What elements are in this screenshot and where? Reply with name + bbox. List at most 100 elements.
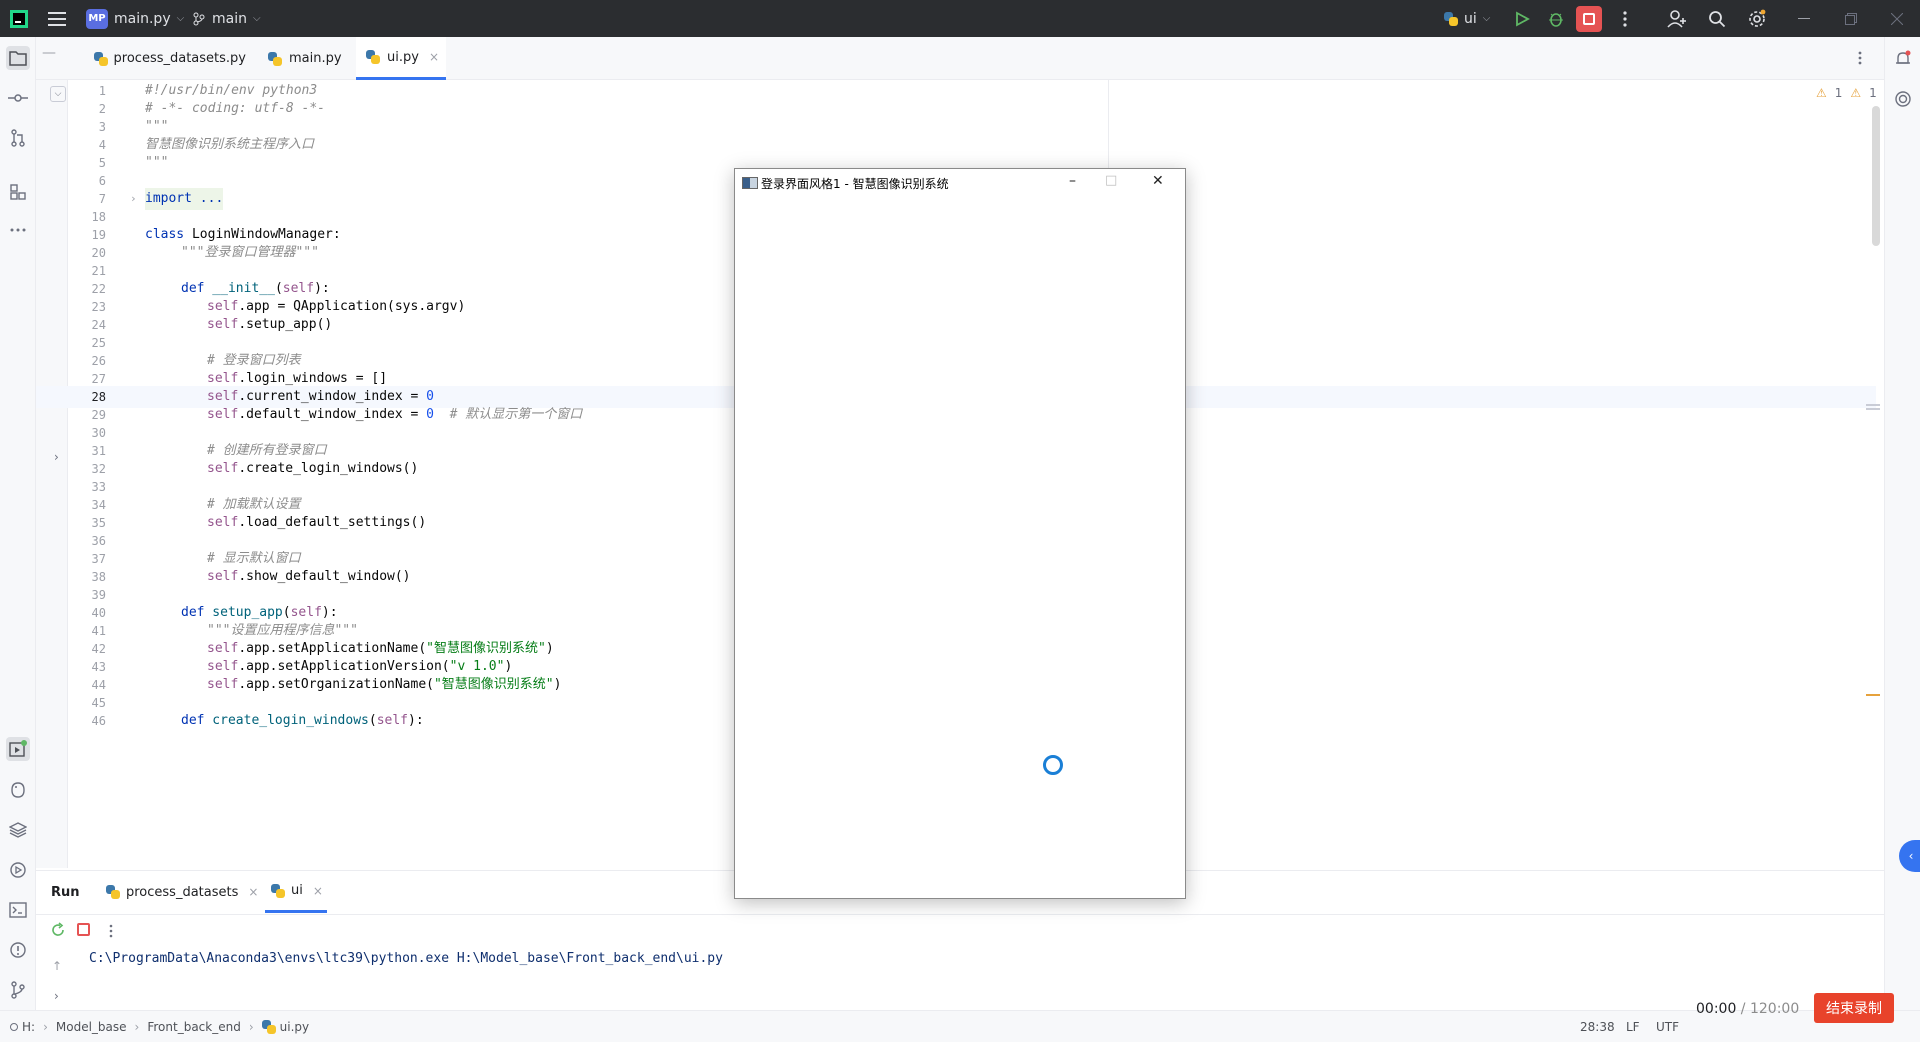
- breadcrumb-drive[interactable]: H:: [22, 1020, 35, 1034]
- breadcrumb-file[interactable]: ui.py: [280, 1020, 309, 1034]
- close-tab-icon[interactable]: ×: [313, 884, 323, 898]
- scroll-up-icon[interactable]: ↑: [52, 959, 62, 973]
- run-tab-label: process_datasets: [126, 884, 239, 900]
- line-separator[interactable]: LF: [1626, 1011, 1640, 1042]
- run-toolbar: [36, 914, 1884, 944]
- close-tab-icon[interactable]: ×: [248, 885, 258, 899]
- run-config-name: ui: [1464, 10, 1477, 27]
- recording-total: / 120:00: [1736, 1001, 1800, 1017]
- line-number: 46: [91, 714, 106, 728]
- recording-timer: 00:00 / 120:00: [1696, 1001, 1799, 1017]
- drive-icon: [10, 1023, 18, 1031]
- close-icon[interactable]: ✕: [1152, 173, 1164, 189]
- breadcrumb-front-back-end[interactable]: Front_back_end: [147, 1020, 240, 1034]
- caret-position[interactable]: 28:38: [1580, 1011, 1615, 1042]
- breadcrumb-separator: ›: [134, 1020, 140, 1034]
- vcs-branch-widget[interactable]: main ⌵: [192, 0, 261, 37]
- run-tool-icon[interactable]: [6, 737, 30, 761]
- project-folder-icon[interactable]: [6, 46, 30, 70]
- python-file-icon: [94, 51, 108, 66]
- warning-count: 1: [1834, 86, 1843, 100]
- python-icon: [1444, 11, 1458, 26]
- search-icon[interactable]: [1706, 8, 1728, 30]
- title-bar: MP main.py ⌵ main ⌵ ui ⌵: [0, 0, 1920, 37]
- weak-warning-count: 1: [1869, 86, 1877, 100]
- services-icon[interactable]: [6, 858, 30, 882]
- editor-scrollbar[interactable]: [1872, 106, 1880, 246]
- login-window[interactable]: 登录界面风格1 - 智慧图像识别系统 – □ ✕: [734, 168, 1186, 899]
- ai-assistant-icon[interactable]: [1891, 87, 1915, 111]
- more-actions-icon[interactable]: [1614, 8, 1636, 30]
- branch-name: main: [212, 10, 247, 27]
- minimize-window-icon[interactable]: [1793, 8, 1815, 30]
- minimize-icon[interactable]: –: [1069, 173, 1076, 189]
- close-tab-icon[interactable]: ×: [429, 50, 439, 64]
- run-config-selector[interactable]: ui ⌵: [1444, 0, 1490, 37]
- structure-icon[interactable]: [6, 180, 30, 204]
- close-window-icon[interactable]: [1886, 8, 1908, 30]
- collapse-icon[interactable]: —: [42, 45, 56, 61]
- settings-gear-icon[interactable]: [1746, 8, 1768, 30]
- python-icon: [271, 883, 285, 898]
- breadcrumb-separator: ›: [43, 1020, 48, 1034]
- file-encoding[interactable]: UTF: [1656, 1011, 1679, 1042]
- tab-options-icon[interactable]: [1858, 50, 1862, 69]
- code-text: def create_login_windows(self):: [181, 713, 424, 728]
- login-window-title: 登录界面风格1 - 智慧图像识别系统: [761, 176, 949, 191]
- inspection-widget[interactable]: ⚠1 ⚠1 ⌃ ⌄: [1816, 86, 1884, 100]
- breadcrumb-model-base[interactable]: Model_base: [56, 1020, 127, 1034]
- chevron-down-icon: ⌵: [252, 13, 261, 24]
- warning-marker: [1866, 694, 1880, 696]
- run-icon[interactable]: [1511, 8, 1533, 30]
- more-tools-icon[interactable]: [6, 218, 30, 242]
- python-packages-icon[interactable]: [6, 818, 30, 842]
- warning-icon: ⚠: [1816, 86, 1827, 100]
- python-icon: [106, 885, 120, 899]
- app-window-icon: [742, 177, 758, 189]
- terminal-icon[interactable]: [6, 898, 30, 922]
- tab-label: ui.py: [387, 49, 419, 65]
- run-more-icon[interactable]: [109, 923, 113, 942]
- tab-process-datasets[interactable]: process_datasets.py: [80, 37, 246, 80]
- project-widget[interactable]: MP main.py ⌵: [86, 0, 184, 37]
- tab-label: process_datasets.py: [113, 51, 246, 66]
- notifications-bell-icon[interactable]: [1891, 47, 1915, 71]
- console-output: C:\ProgramData\Anaconda3\envs\ltc39\pyth…: [89, 951, 723, 966]
- tab-main[interactable]: main.py: [258, 37, 358, 80]
- commit-icon[interactable]: [6, 86, 30, 110]
- left-tool-strip: [0, 37, 36, 1037]
- status-bar: H: › Model_base › Front_back_end › ui.py…: [0, 1010, 1920, 1042]
- weak-warning-icon: ⚠: [1850, 86, 1862, 100]
- main-menu-icon[interactable]: [46, 8, 68, 30]
- run-tab-process-datasets[interactable]: process_datasets ×: [106, 871, 258, 913]
- add-user-icon[interactable]: [1666, 8, 1688, 30]
- chevron-down-icon: ⌵: [176, 13, 185, 24]
- debug-icon[interactable]: [1545, 8, 1567, 30]
- run-tab-ui[interactable]: ui ×: [265, 871, 327, 913]
- collapse-panel-button[interactable]: ‹: [1899, 840, 1920, 872]
- rerun-icon[interactable]: [50, 922, 66, 942]
- stop-button[interactable]: [1576, 6, 1602, 32]
- restore-window-icon[interactable]: [1840, 8, 1862, 30]
- problems-icon[interactable]: [6, 938, 30, 962]
- python-console-icon[interactable]: [6, 778, 30, 802]
- recording-elapsed: 00:00: [1696, 1001, 1737, 1017]
- project-name: main.py: [114, 10, 171, 27]
- breadcrumb: H: › Model_base › Front_back_end › ui.py: [10, 1011, 309, 1042]
- expand-arrow-icon[interactable]: ›: [54, 989, 59, 1003]
- project-badge: MP: [86, 8, 108, 29]
- login-window-titlebar[interactable]: 登录界面风格1 - 智慧图像识别系统: [735, 169, 1185, 197]
- python-file-icon: [366, 50, 380, 64]
- breadcrumb-separator: ›: [248, 1020, 254, 1034]
- editor-tab-bar: — process_datasets.py main.py ui.py ×: [36, 37, 1884, 80]
- stop-recording-button[interactable]: 结束录制: [1814, 993, 1894, 1023]
- scroll-marker: [1866, 404, 1880, 406]
- pull-requests-icon[interactable]: [6, 126, 30, 150]
- tab-ui[interactable]: ui.py ×: [356, 37, 446, 80]
- version-control-icon[interactable]: [6, 978, 30, 1002]
- stop-icon: [1583, 13, 1595, 25]
- maximize-icon: □: [1105, 173, 1118, 188]
- scroll-marker: [1866, 408, 1880, 410]
- stop-run-icon[interactable]: [77, 923, 90, 936]
- pycharm-logo-icon[interactable]: [8, 8, 30, 30]
